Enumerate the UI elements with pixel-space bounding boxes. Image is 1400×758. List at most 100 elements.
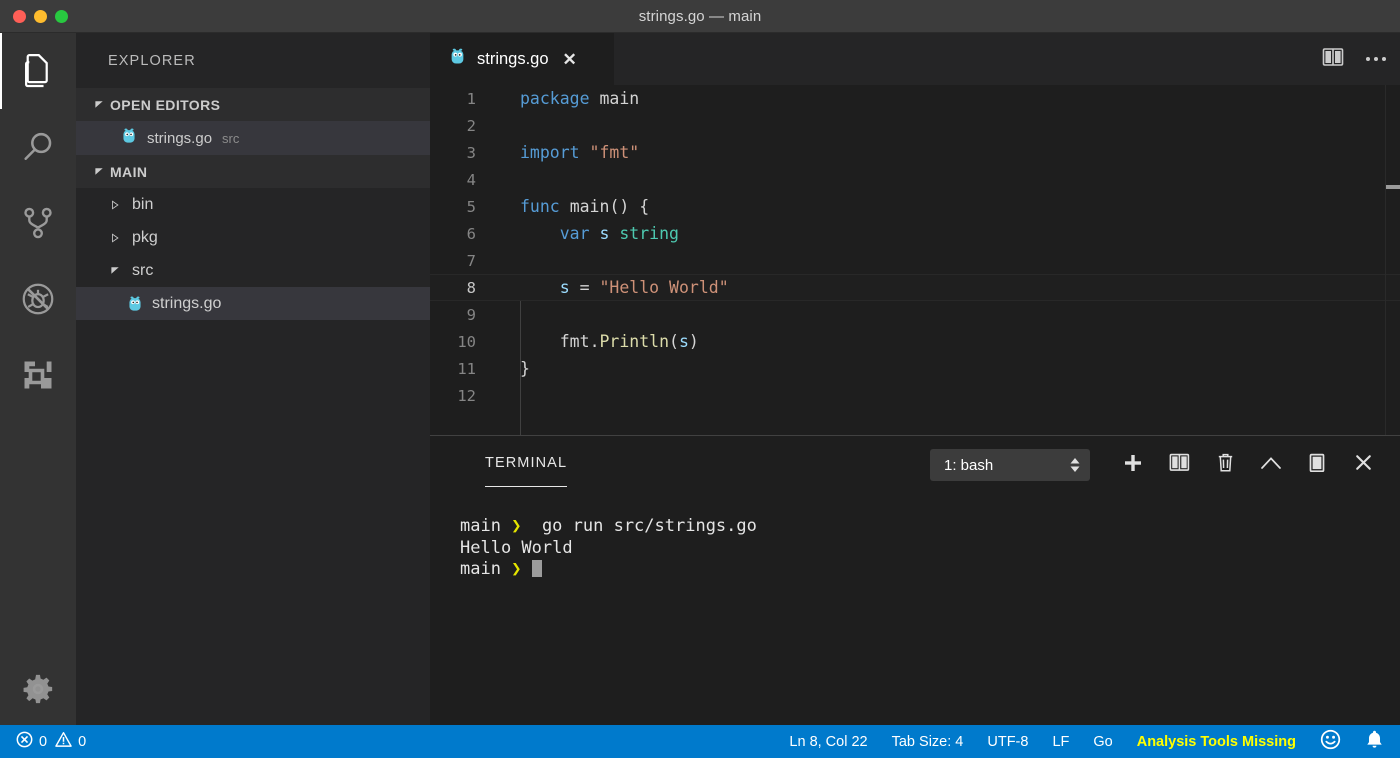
tree-item-label: pkg xyxy=(132,228,158,246)
status-tab-size[interactable]: Tab Size: 4 xyxy=(892,734,964,750)
bottom-panel: TERMINAL 1: bash main ❯ go run src/strin… xyxy=(430,435,1400,725)
line-number: 9 xyxy=(466,305,476,324)
new-terminal-button[interactable] xyxy=(1110,436,1156,494)
plus-icon xyxy=(1123,453,1143,478)
code-text: func main() { xyxy=(498,197,649,216)
chevron-down-icon xyxy=(88,99,110,110)
window-title: strings.go — main xyxy=(638,7,762,25)
ellipsis-icon[interactable] xyxy=(1366,57,1386,61)
tree-item-bin[interactable]: bin xyxy=(76,188,430,221)
section-folder-label: MAIN xyxy=(110,163,148,180)
section-folder-main[interactable]: MAIN xyxy=(76,155,430,188)
code-text: s = "Hello World" xyxy=(498,278,729,297)
open-editor-item[interactable]: strings.go src xyxy=(76,121,430,155)
chevron-right-icon xyxy=(104,199,126,210)
terminal-select[interactable]: 1: bash xyxy=(930,449,1090,481)
code-token: string xyxy=(619,224,679,243)
activity-item-source-control[interactable] xyxy=(0,185,76,261)
code-line: 5 func main() { xyxy=(430,193,1400,220)
stepper-arrows-icon xyxy=(1070,458,1080,472)
code-editor[interactable]: 1 package main 2 3 import "fmt" 4 5 func main()… xyxy=(430,85,1400,435)
status-language-mode[interactable]: Go xyxy=(1093,734,1112,750)
code-text: package main xyxy=(498,89,639,108)
code-line: 6 var s string xyxy=(430,220,1400,247)
close-icon[interactable]: ✕ xyxy=(563,51,577,68)
error-count: 0 xyxy=(39,733,48,750)
status-eol[interactable]: LF xyxy=(1052,734,1069,750)
code-text: var s string xyxy=(498,224,679,243)
terminal-output[interactable]: main ❯ go run src/strings.go Hello World… xyxy=(430,494,1400,581)
feedback-smiley-icon[interactable] xyxy=(1320,729,1341,754)
code-line: 4 xyxy=(430,166,1400,193)
open-editor-description: src xyxy=(222,130,240,146)
code-line: 10 fmt.Println(s) xyxy=(430,328,1400,355)
prompt-arrow-icon: ❯ xyxy=(511,559,522,579)
code-token: func xyxy=(520,197,560,216)
code-line: 8 s = "Hello World" xyxy=(430,274,1400,301)
activity-item-extensions[interactable] xyxy=(0,337,76,413)
code-token: ( xyxy=(669,332,679,351)
editor-tabs-bar: strings.go ✕ xyxy=(430,33,1400,85)
overview-ruler-mark xyxy=(1386,185,1400,189)
terminal-prompt: main xyxy=(460,516,501,536)
editor-group: strings.go ✕ 1 package main 2 3 import "fmt"… xyxy=(430,33,1400,725)
code-token: s xyxy=(559,278,570,297)
status-errors[interactable]: 0 xyxy=(16,731,47,752)
activity-item-manage[interactable] xyxy=(0,653,76,725)
line-number: 6 xyxy=(466,224,476,243)
activity-item-search[interactable] xyxy=(0,109,76,185)
chevron-up-icon xyxy=(1260,455,1282,476)
panel-tab-terminal[interactable]: TERMINAL xyxy=(485,455,568,487)
editor-scrollbar[interactable] xyxy=(1386,85,1400,435)
status-encoding[interactable]: UTF-8 xyxy=(987,734,1028,750)
activity-item-explorer[interactable] xyxy=(0,33,76,109)
tree-item-pkg[interactable]: pkg xyxy=(76,221,430,254)
code-lines: 1 package main 2 3 import "fmt" 4 5 func main()… xyxy=(430,85,1400,409)
code-token: = xyxy=(569,278,600,297)
code-token: } xyxy=(520,359,530,378)
tree-item-label: strings.go xyxy=(152,294,222,312)
maximize-panel-button[interactable] xyxy=(1248,436,1294,494)
terminal-line: Hello World xyxy=(460,538,1400,560)
terminal-command: go run src/strings.go xyxy=(531,516,757,536)
trash-icon xyxy=(1216,452,1235,478)
code-line: 2 xyxy=(430,112,1400,139)
terminal-line: main ❯ go run src/strings.go xyxy=(460,516,1400,538)
tree-item-strings-go[interactable]: strings.go xyxy=(76,287,430,320)
source-control-icon xyxy=(19,204,57,242)
tree-item-src[interactable]: src xyxy=(76,254,430,287)
code-token: package xyxy=(520,89,590,108)
split-terminal-button[interactable] xyxy=(1156,436,1202,494)
vscode-window: strings.go — main EXPLORER OPEN EDITORS … xyxy=(0,0,1400,758)
code-token: var xyxy=(559,224,590,243)
status-bar-right: Ln 8, Col 22 Tab Size: 4 UTF-8 LF Go Ana… xyxy=(789,729,1400,754)
code-token: . xyxy=(589,332,600,351)
activity-item-run-and-debug[interactable] xyxy=(0,261,76,337)
warning-count: 0 xyxy=(78,733,87,750)
editor-tab-strings-go[interactable]: strings.go ✕ xyxy=(430,33,615,85)
close-panel-button[interactable] xyxy=(1340,436,1386,494)
code-line: 7 xyxy=(430,247,1400,274)
kill-terminal-button[interactable] xyxy=(1202,436,1248,494)
code-token: s xyxy=(678,332,689,351)
split-editor-icon[interactable] xyxy=(1322,47,1344,72)
tree-item-label: src xyxy=(132,261,154,279)
go-gopher-icon xyxy=(120,127,138,149)
status-warnings[interactable]: 0 xyxy=(55,731,86,752)
status-analysis-tools[interactable]: Analysis Tools Missing xyxy=(1137,734,1296,750)
extensions-icon xyxy=(20,357,56,393)
line-number: 3 xyxy=(466,143,476,162)
go-gopher-icon xyxy=(448,47,467,71)
notifications-bell-icon[interactable] xyxy=(1365,729,1384,754)
section-open-editors[interactable]: OPEN EDITORS xyxy=(76,88,430,121)
status-bar-left: 0 0 xyxy=(0,731,86,752)
toggle-panel-position-button[interactable] xyxy=(1294,436,1340,494)
code-text: import "fmt" xyxy=(498,143,639,162)
panel-icon xyxy=(1307,453,1327,478)
line-number: 11 xyxy=(457,359,476,378)
status-cursor-position[interactable]: Ln 8, Col 22 xyxy=(789,734,867,750)
terminal-prompt: main xyxy=(460,559,501,579)
